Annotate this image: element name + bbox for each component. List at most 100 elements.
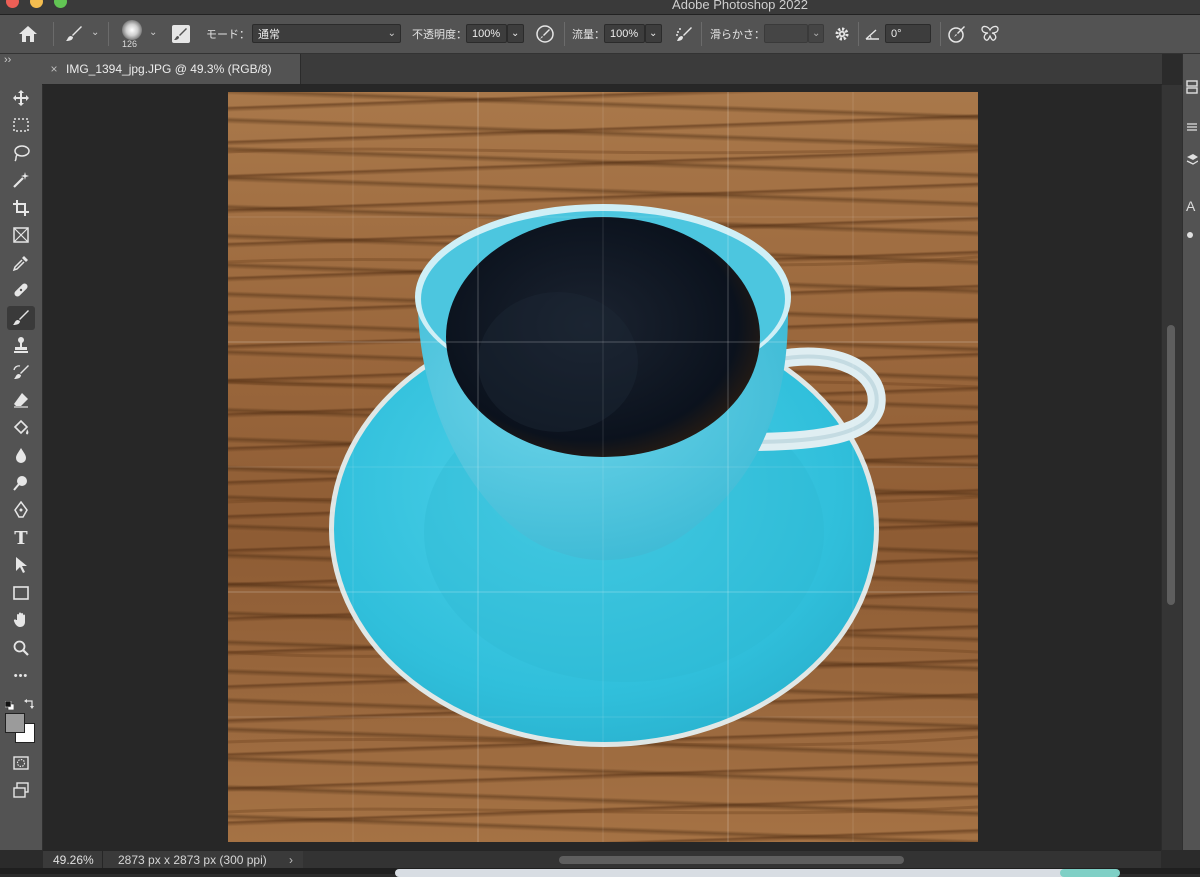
rectangle-tool[interactable]: [7, 581, 35, 605]
close-tab-button[interactable]: ×: [42, 62, 66, 76]
opacity-field[interactable]: 100%: [466, 24, 507, 43]
healing-brush-tool[interactable]: [7, 278, 35, 302]
opacity-dropdown[interactable]: ⌄: [507, 24, 524, 43]
screen-mode-button[interactable]: [7, 778, 35, 802]
lasso-tool[interactable]: [7, 141, 35, 165]
paint-bucket-icon: [13, 419, 29, 435]
brush-settings-toggle[interactable]: [169, 22, 193, 46]
more-icon: •••: [13, 670, 29, 682]
pressure-size-button[interactable]: [945, 22, 969, 46]
crop-icon: [13, 200, 29, 216]
brush-icon: [13, 310, 29, 325]
mode-value: 通常: [258, 28, 280, 41]
horizontal-scrollbar[interactable]: [303, 851, 1161, 869]
vertical-scrollbar[interactable]: [1161, 85, 1182, 850]
smoothing-field[interactable]: [764, 24, 808, 43]
tab-document[interactable]: × IMG_1394_jpg.JPG @ 49.3% (RGB/8): [42, 54, 301, 84]
magic-wand-tool[interactable]: [7, 168, 35, 192]
airbrush-icon: [676, 27, 692, 41]
smoothing-label: 滑らかさ：: [710, 29, 765, 41]
clone-stamp-tool[interactable]: [7, 333, 35, 357]
frame-tool[interactable]: [7, 223, 35, 247]
brush-tip-preview[interactable]: [122, 20, 142, 40]
options-divider: [858, 22, 859, 46]
mode-select[interactable]: 通常 ⌄: [252, 24, 401, 43]
options-divider: [940, 22, 941, 46]
dodge-tool[interactable]: [7, 471, 35, 495]
chevron-down-icon[interactable]: ⌄: [91, 27, 99, 38]
home-icon: [19, 26, 37, 42]
status-bar: 49.26% 2873 px x 2873 px (300 ppi) ›: [43, 850, 1161, 869]
stamp-icon: [14, 337, 28, 353]
character-panel-icon[interactable]: A: [1186, 198, 1195, 214]
document-tabs: × IMG_1394_jpg.JPG @ 49.3% (RGB/8): [42, 54, 1162, 85]
vertical-scroll-thumb[interactable]: [1167, 325, 1175, 605]
edit-toolbar-button[interactable]: •••: [7, 664, 35, 688]
move-tool[interactable]: [7, 86, 35, 110]
flow-field[interactable]: 100%: [604, 24, 645, 43]
quick-mask-button[interactable]: [7, 751, 35, 775]
options-divider: [564, 22, 565, 46]
swap-arrow-icon: [24, 699, 34, 709]
pressure-opacity-button[interactable]: [533, 22, 557, 46]
document-title: IMG_1394_jpg.JPG @ 49.3% (RGB/8): [66, 62, 272, 76]
path-selection-tool[interactable]: [7, 553, 35, 577]
foreground-color-swatch[interactable]: [5, 713, 25, 733]
horizontal-scroll-thumb[interactable]: [559, 856, 904, 864]
opacity-label: 不透明度：: [412, 29, 467, 41]
zoom-level: 49.26%: [53, 853, 94, 867]
canvas-area[interactable]: [43, 85, 1161, 850]
collapse-toolbar-button[interactable]: ››: [4, 54, 11, 66]
symmetry-button[interactable]: [978, 22, 1002, 46]
grid-overlay: [228, 92, 978, 842]
options-divider: [53, 22, 54, 46]
zoom-window-button[interactable]: [54, 0, 67, 8]
eyedropper-tool[interactable]: [7, 251, 35, 275]
dock-bar: [395, 869, 1115, 877]
zoom-level-field[interactable]: 49.26%: [43, 851, 103, 869]
default-colors-icon: [4, 700, 15, 711]
hand-tool[interactable]: [7, 608, 35, 632]
status-info-menu-button[interactable]: ›: [289, 853, 293, 867]
minimize-window-button[interactable]: [30, 0, 43, 8]
brush-tool[interactable]: [7, 306, 35, 330]
document-image[interactable]: [228, 92, 978, 842]
airbrush-button[interactable]: [672, 22, 696, 46]
dock-strip: [0, 868, 1200, 877]
options-divider: [701, 22, 702, 46]
zoom-tool[interactable]: [7, 636, 35, 660]
arrow-cursor-icon: [16, 557, 27, 573]
angle-icon: [865, 29, 879, 40]
brush-settings-icon: [172, 25, 190, 43]
blur-tool[interactable]: [7, 443, 35, 467]
chevron-down-icon[interactable]: ⌄: [149, 27, 157, 38]
close-window-button[interactable]: [6, 0, 19, 8]
home-button[interactable]: [16, 22, 40, 46]
mode-label: モード：: [206, 29, 250, 41]
marquee-tool[interactable]: [7, 113, 35, 137]
panel-icon-layers[interactable]: [1186, 152, 1199, 169]
bullet-icon: [1187, 232, 1193, 238]
smoothing-dropdown[interactable]: ⌄: [808, 24, 824, 43]
default-colors-button[interactable]: [4, 697, 15, 711]
swap-colors-button[interactable]: [24, 696, 35, 709]
paint-bucket-tool[interactable]: [7, 416, 35, 440]
panel-icon-list[interactable]: [1186, 122, 1198, 137]
panel-icon-grid[interactable]: [1186, 80, 1198, 97]
flow-dropdown[interactable]: ⌄: [645, 24, 662, 43]
chevron-down-icon: ⌄: [812, 28, 821, 39]
smoothing-options-button[interactable]: [830, 22, 854, 46]
panel-icon-paragraph[interactable]: [1186, 228, 1194, 242]
type-tool[interactable]: T: [7, 526, 35, 550]
brush-preset-button[interactable]: [62, 22, 86, 46]
crop-tool[interactable]: [7, 196, 35, 220]
options-divider: [108, 22, 109, 46]
eraser-tool[interactable]: [7, 388, 35, 412]
angle-field[interactable]: 0°: [885, 24, 931, 43]
chevron-down-icon: ⌄: [511, 28, 520, 39]
pen-tool[interactable]: [7, 498, 35, 522]
rectangle-icon: [13, 586, 29, 600]
history-brush-tool[interactable]: [7, 361, 35, 385]
history-brush-icon: [13, 365, 29, 379]
dodge-icon: [13, 476, 27, 491]
